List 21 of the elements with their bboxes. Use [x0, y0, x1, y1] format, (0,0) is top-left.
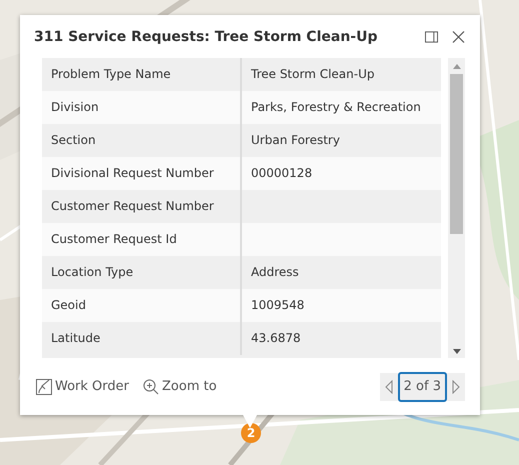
form-icon [36, 378, 52, 394]
scrollbar[interactable] [448, 58, 465, 358]
field-value-cell-text: Tree Storm Clean-Up [250, 66, 376, 83]
field-value-cell-text: Address [250, 264, 300, 281]
page-count[interactable]: 2 of 3 [398, 372, 447, 402]
scroll-down-icon[interactable] [452, 349, 460, 354]
right-caret-icon [452, 380, 460, 394]
field-value-cell-text: 43.6878 [250, 330, 302, 347]
field-value-cell-text: 00000128 [250, 165, 314, 182]
field-value-cell-text: Parks, Forestry & Recreation [250, 99, 422, 116]
work-order-link[interactable]: Work Order [36, 378, 129, 394]
left-caret-icon [384, 380, 393, 394]
zoom-to-link[interactable]: Zoom to [143, 378, 217, 394]
field-value-cell-text: Urban Forestry [250, 132, 341, 149]
field-value-cell-text: 1009548 [250, 297, 306, 314]
popup-title: 311 Service Requests: Tree Storm Clean-Up [34, 28, 378, 44]
dock-icon[interactable] [425, 30, 438, 42]
field-name-cell: Latitude [42, 322, 242, 355]
close-icon[interactable] [452, 30, 465, 42]
scroll-up-icon[interactable] [452, 64, 460, 69]
zoom-in-icon [143, 378, 159, 394]
